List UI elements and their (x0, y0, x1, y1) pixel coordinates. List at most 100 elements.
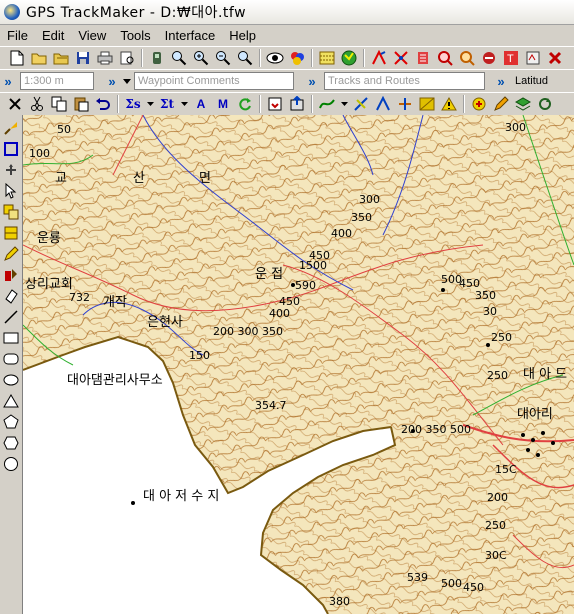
send-waypoints-icon[interactable] (370, 49, 388, 67)
toolbar-separator (311, 49, 313, 67)
menu-interface[interactable]: Interface (158, 28, 223, 43)
dropdown-arrow-icon[interactable] (146, 95, 154, 113)
menu-help[interactable]: Help (222, 28, 263, 43)
menu-tools[interactable]: Tools (113, 28, 157, 43)
toolbar-separator (259, 49, 261, 67)
properties-icon[interactable] (524, 49, 542, 67)
map-label: 30 (483, 305, 497, 318)
paste-icon[interactable] (72, 95, 90, 113)
menu-view[interactable]: View (71, 28, 113, 43)
scale-field[interactable]: 1:300 m (20, 72, 94, 90)
hexagon-tool-icon[interactable] (3, 435, 19, 451)
globe-icon[interactable] (340, 49, 358, 67)
text-icon[interactable]: T (502, 49, 520, 67)
map-label: 은현사 (147, 315, 183, 330)
rectangle-select-icon[interactable] (3, 141, 19, 157)
warning-icon[interactable] (440, 95, 458, 113)
brush-tool-icon[interactable] (3, 120, 19, 136)
dropdown-arrow-icon[interactable] (340, 95, 348, 113)
toolbar-separator (311, 95, 313, 113)
color-palette-icon[interactable] (288, 49, 306, 67)
grid-icon[interactable] (318, 49, 336, 67)
title-bar: GPS TrackMaker - D:₩대아.tfw (0, 0, 574, 25)
circle-tool-icon[interactable] (3, 456, 19, 472)
print-preview-icon[interactable] (118, 49, 136, 67)
map-label: 산 (133, 171, 145, 186)
undo-icon[interactable] (94, 95, 112, 113)
open-file-icon[interactable] (52, 49, 70, 67)
sigma-t-icon[interactable]: Σt (158, 95, 176, 113)
refresh-icon[interactable] (236, 95, 254, 113)
track-edit-icon[interactable] (352, 95, 370, 113)
hand-pan-icon[interactable] (3, 162, 19, 178)
chevron-right-icon[interactable]: » (493, 74, 509, 89)
select-tool-icon[interactable] (3, 204, 19, 220)
cut-icon[interactable] (28, 95, 46, 113)
altitude-icon[interactable]: A (192, 95, 210, 113)
track-line-icon[interactable] (318, 95, 336, 113)
triangle-tool-icon[interactable] (3, 393, 19, 409)
toolbar-separator (117, 95, 119, 113)
menu-file[interactable]: File (0, 28, 35, 43)
dropdown-arrow-icon[interactable] (122, 72, 132, 90)
line-tool-icon[interactable] (3, 309, 19, 325)
delete-icon[interactable] (546, 49, 564, 67)
measure-icon[interactable]: M (214, 95, 232, 113)
map-label: 732 (69, 291, 90, 304)
new-file-icon[interactable] (8, 49, 26, 67)
toolbar-separator (259, 95, 261, 113)
zoom-in-icon[interactable] (192, 49, 210, 67)
chevron-right-icon[interactable]: » (104, 74, 120, 89)
export-icon[interactable] (288, 95, 306, 113)
map-label: 590 (295, 279, 316, 292)
zoom-out-icon[interactable] (214, 49, 232, 67)
zoom-fit-icon[interactable] (236, 49, 254, 67)
pentagon-tool-icon[interactable] (3, 414, 19, 430)
chevron-right-icon[interactable]: » (0, 74, 16, 89)
rounded-rectangle-tool-icon[interactable] (3, 351, 19, 367)
ellipse-tool-icon[interactable] (3, 372, 19, 388)
chevron-right-icon[interactable]: » (304, 74, 320, 89)
track-join-icon[interactable] (374, 95, 392, 113)
toolbar-separator (363, 49, 365, 67)
zoom-icon[interactable] (170, 49, 188, 67)
map-label: 250 (491, 331, 512, 344)
search-track-icon[interactable] (458, 49, 476, 67)
draw-pencil-icon[interactable] (3, 246, 19, 262)
main-toolbar: T (0, 46, 574, 70)
eraser-icon[interactable] (3, 288, 19, 304)
import-icon[interactable] (266, 95, 284, 113)
routes-icon[interactable] (414, 49, 432, 67)
satellite-icon[interactable] (480, 49, 498, 67)
tracks-routes-field[interactable]: Tracks and Routes (324, 72, 485, 90)
waypoint-marker-icon[interactable] (470, 95, 488, 113)
refresh-map-icon[interactable] (536, 95, 554, 113)
sigma-s-icon[interactable]: Σs (124, 95, 142, 113)
eye-icon[interactable] (266, 49, 284, 67)
open-folder-icon[interactable] (30, 49, 48, 67)
fill-area-icon[interactable] (418, 95, 436, 113)
map-label: 30C (485, 549, 507, 562)
waypoint-comments-field[interactable]: Waypoint Comments (134, 72, 294, 90)
waypoint-tool-icon[interactable] (3, 267, 19, 283)
menu-edit[interactable]: Edit (35, 28, 71, 43)
close-icon[interactable] (6, 95, 24, 113)
dropdown-arrow-icon[interactable] (180, 95, 188, 113)
map-label: 15C (495, 463, 517, 476)
receive-tracks-icon[interactable] (392, 49, 410, 67)
pencil-icon[interactable] (492, 95, 510, 113)
rectangle-tool-icon[interactable] (3, 330, 19, 346)
print-icon[interactable] (96, 49, 114, 67)
map-label: 대아리 (517, 407, 553, 422)
map-label: 300 (505, 121, 526, 134)
track-split-icon[interactable] (396, 95, 414, 113)
gps-device-icon[interactable] (148, 49, 166, 67)
topographic-map (23, 115, 574, 614)
find-waypoint-icon[interactable] (436, 49, 454, 67)
map-layers-icon[interactable] (514, 95, 532, 113)
map-canvas[interactable]: 50 100 교 산 면 300 300 350 400 운룡 450 1500… (23, 115, 574, 614)
multi-select-icon[interactable] (3, 225, 19, 241)
pointer-arrow-icon[interactable] (3, 183, 19, 199)
copy-icon[interactable] (50, 95, 68, 113)
save-icon[interactable] (74, 49, 92, 67)
